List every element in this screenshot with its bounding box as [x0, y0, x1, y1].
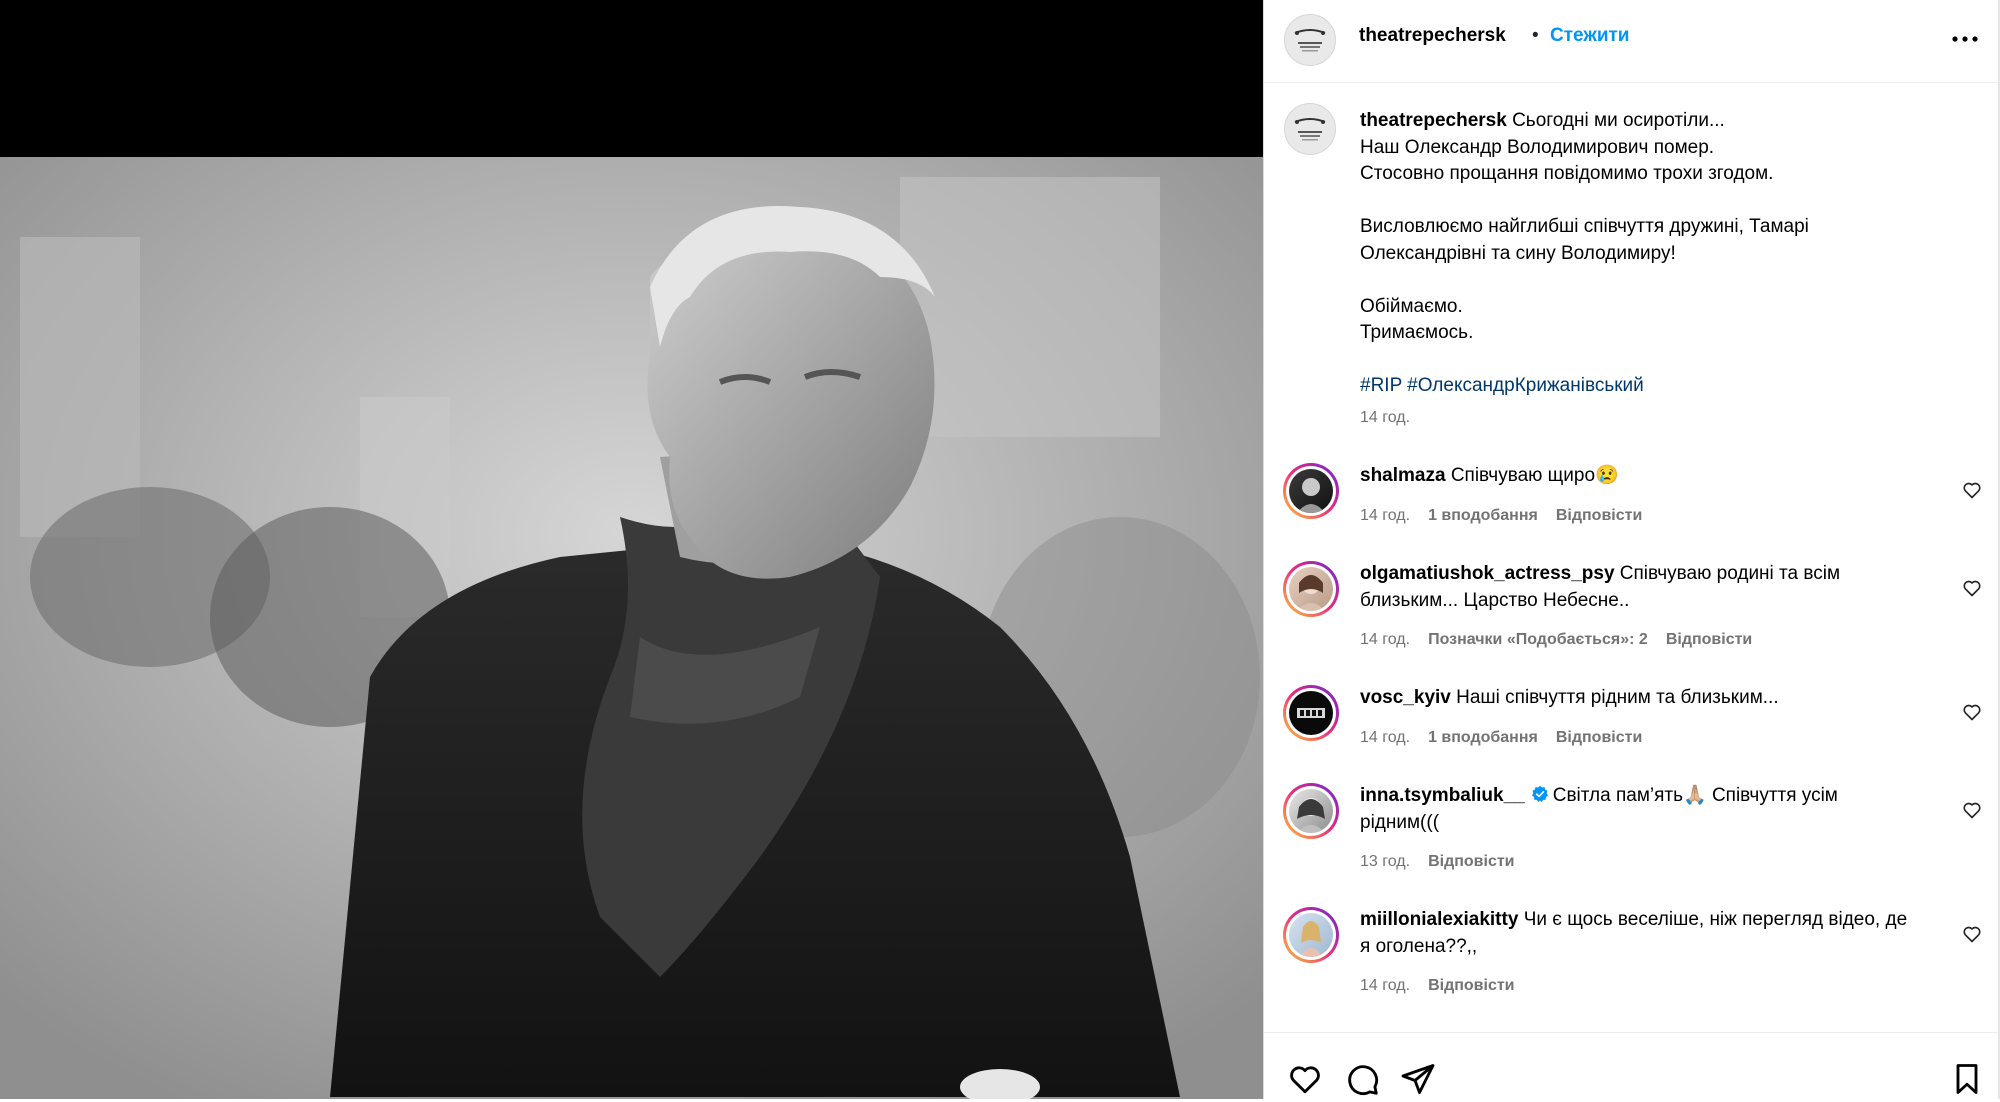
header-separator: • [1532, 25, 1539, 46]
comment-username[interactable]: olgamatiushok_actress_psy [1360, 563, 1615, 584]
comment-time[interactable]: 13 год. [1360, 853, 1410, 870]
commenter-avatar[interactable] [1283, 463, 1339, 519]
comment-like-heart-icon[interactable] [1962, 480, 1982, 500]
commenter-avatar[interactable] [1283, 783, 1339, 839]
caption-hashtags[interactable]: #RIP #ОлександрКрижанівський [1360, 373, 1960, 400]
like-heart-icon[interactable] [1287, 1061, 1323, 1097]
comment-like-heart-icon[interactable] [1962, 924, 1982, 944]
comment-icon[interactable] [1344, 1061, 1380, 1097]
reply-button[interactable]: Відповісти [1428, 853, 1514, 870]
comment-body: Наші співчуття рідним та близьким... [1456, 687, 1779, 708]
comment-text: shalmaza Співчуваю щиро😢 [1360, 463, 1920, 490]
comment-time[interactable]: 14 год. [1360, 507, 1410, 524]
caption-line [1360, 188, 1960, 215]
caption-line: Стосовно прощання повідомимо трохи згодо… [1360, 163, 1774, 184]
caption-username[interactable]: theatrepechersk [1360, 110, 1507, 131]
comment-meta: 14 год. Відповісти [1360, 977, 1533, 995]
caption-line: Тримаємось. [1360, 322, 1474, 343]
avatar-photo-icon [1297, 575, 1325, 611]
account-avatar[interactable] [1284, 14, 1336, 66]
commenter-avatar[interactable] [1283, 685, 1339, 741]
reply-button[interactable]: Відповісти [1428, 977, 1514, 994]
comment-like-heart-icon[interactable] [1962, 800, 1982, 820]
more-options-icon[interactable] [1945, 24, 1985, 54]
comment-time[interactable]: 14 год. [1360, 977, 1410, 994]
comment-text: vosc_kyiv Наші співчуття рідним та близь… [1360, 685, 1920, 712]
caption-line: Обіймаємо. [1360, 295, 1463, 317]
post-side-panel: theatrepechersk • Стежити theatrepechers… [1263, 0, 1999, 1099]
comment-like-heart-icon[interactable] [1962, 702, 1982, 722]
comment-text: miillonialexiakitty Чи є щось веселіше, … [1360, 907, 1920, 960]
post-action-bar [1264, 1032, 1999, 1100]
comment-text: olgamatiushok_actress_psy Співчуваю роди… [1360, 561, 1920, 614]
comment-likes[interactable]: 1 вподобання [1428, 507, 1538, 524]
comment-meta: 14 год. Позначки «Подобається»: 2 Відповіс… [1360, 631, 1770, 649]
bookmark-icon[interactable] [1949, 1061, 1985, 1097]
comment-body: Співчуваю щиро😢 [1450, 465, 1619, 486]
reply-button[interactable]: Відповісти [1556, 729, 1642, 746]
post-media[interactable] [0, 0, 1263, 1099]
comment-meta: 14 год. 1 вподобання Відповісти [1360, 507, 1660, 525]
comment-username[interactable]: miillonialexiakitty [1360, 909, 1518, 930]
comment-username[interactable]: inna.tsymbaliuk__ [1360, 785, 1525, 806]
comment-meta: 14 год. 1 вподобання Відповісти [1360, 729, 1660, 747]
comment-time[interactable]: 14 год. [1360, 729, 1410, 746]
comment-username[interactable]: shalmaza [1360, 465, 1446, 486]
commenter-avatar[interactable] [1283, 907, 1339, 963]
avatar-photo-icon [1299, 921, 1323, 957]
comment-likes[interactable]: 1 вподобання [1428, 729, 1538, 746]
caption-line [1360, 267, 1960, 294]
caption-avatar[interactable] [1284, 103, 1336, 155]
caption-text: theatrepechersk Сьогодні ми осиротіли...… [1360, 108, 1960, 400]
comment-username[interactable]: vosc_kyiv [1360, 687, 1451, 708]
vosc-logo-icon [1297, 708, 1325, 718]
theatre-logo-icon [1285, 15, 1335, 65]
caption-line [1360, 347, 1960, 374]
caption-line: Висловлюємо найглибші співчуття дружині,… [1360, 216, 1809, 237]
share-icon[interactable] [1400, 1061, 1436, 1097]
caption-line-1: theatrepechersk Сьогодні ми осиротіли... [1360, 108, 1960, 135]
verified-badge-icon [1531, 785, 1549, 803]
avatar-photo-icon [1297, 478, 1325, 513]
commenter-avatar[interactable] [1283, 561, 1339, 617]
post-header: theatrepechersk • Стежити [1264, 0, 1999, 83]
comment-time[interactable]: 14 год. [1360, 631, 1410, 648]
comment-text: inna.tsymbaliuk__ Світла пам’ять🙏🏼 Співчу… [1360, 783, 1920, 836]
comment-meta: 13 год. Відповісти [1360, 853, 1533, 871]
caption-line-text: Сьогодні ми осиротіли... [1512, 110, 1725, 131]
theatre-logo-icon [1285, 104, 1335, 154]
caption-timestamp[interactable]: 14 год. [1360, 409, 1410, 427]
caption-line: Наш Олександр Володимирович помер. [1360, 136, 1715, 158]
reply-button[interactable]: Відповісти [1666, 631, 1752, 648]
instagram-post-view: theatrepechersk • Стежити theatrepechers… [0, 0, 2000, 1099]
reply-button[interactable]: Відповісти [1556, 507, 1642, 524]
portrait-illustration [0, 157, 1263, 1099]
post-photo[interactable] [0, 157, 1263, 1099]
follow-button[interactable]: Стежити [1550, 25, 1629, 47]
avatar-photo-icon [1297, 798, 1325, 833]
comment-likes[interactable]: Позначки «Подобається»: 2 [1428, 631, 1648, 648]
caption-line: Олександрівні та сину Володимиру! [1360, 242, 1676, 264]
account-username[interactable]: theatrepechersk [1359, 25, 1506, 47]
comment-like-heart-icon[interactable] [1962, 578, 1982, 598]
